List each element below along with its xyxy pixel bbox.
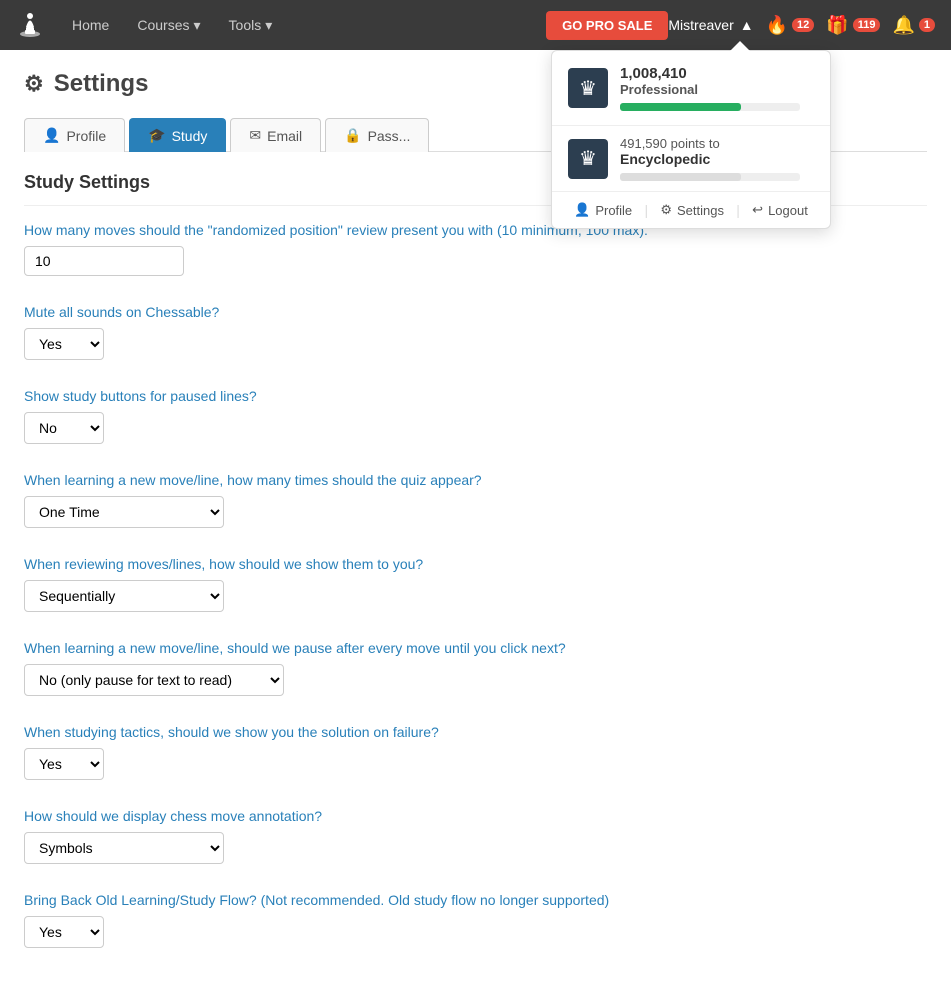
- nav-tools[interactable]: Tools ▾: [217, 11, 285, 40]
- setting-group-quiz: When learning a new move/line, how many …: [24, 472, 927, 528]
- username: Mistreaver: [668, 17, 733, 33]
- review-order-select[interactable]: Sequentially Randomly: [24, 580, 224, 612]
- next-rank-info: ♛ 491,590 points to Encyclopedic: [552, 126, 830, 192]
- dropdown-user-info: ♛ 1,008,410 Professional: [552, 51, 830, 126]
- tab-study[interactable]: 🎓 Study: [129, 118, 226, 152]
- next-rank-avatar: ♛: [568, 139, 608, 179]
- setting-label-pause-move: When learning a new move/line, should we…: [24, 640, 927, 656]
- progress-bar-fill: [620, 103, 741, 111]
- chevron-down-icon: ▾: [265, 17, 272, 34]
- setting-label-old-flow: Bring Back Old Learning/Study Flow? (Not…: [24, 892, 927, 908]
- tab-email[interactable]: ✉ Email: [230, 118, 321, 152]
- dropdown-rank-info: 1,008,410 Professional: [620, 65, 800, 111]
- setting-group-paused: Show study buttons for paused lines? Yes…: [24, 388, 927, 444]
- navbar: Home Courses ▾ Tools ▾ GO PRO SALE Mistr…: [0, 0, 951, 50]
- next-rank-name: Encyclopedic: [620, 151, 800, 167]
- site-logo[interactable]: [16, 10, 44, 41]
- tab-password[interactable]: 🔒 Pass...: [325, 118, 429, 152]
- annotation-select[interactable]: Symbols Text: [24, 832, 224, 864]
- setting-label-quiz: When learning a new move/line, how many …: [24, 472, 927, 488]
- go-pro-button[interactable]: GO PRO SALE: [546, 11, 668, 40]
- setting-group-reviewing: When reviewing moves/lines, how should w…: [24, 556, 927, 612]
- dropdown-profile-link[interactable]: 👤 Profile: [574, 202, 632, 218]
- gift-notif[interactable]: 🎁 119: [826, 15, 880, 36]
- user-menu-trigger[interactable]: Mistreaver ▲: [668, 17, 753, 33]
- chevron-down-icon: ▾: [194, 17, 201, 34]
- setting-label-reviewing: When reviewing moves/lines, how should w…: [24, 556, 927, 572]
- next-points-label: 491,590 points to: [620, 136, 800, 151]
- fire-icon: 🔥: [766, 15, 788, 36]
- navbar-right: Mistreaver ▲ 🔥 12 🎁 119 🔔 1: [668, 15, 935, 36]
- randomized-position-input[interactable]: [24, 246, 184, 276]
- user-icon: 👤: [43, 127, 60, 144]
- setting-label-annotation: How should we display chess move annotat…: [24, 808, 927, 824]
- dropdown-arrow: [730, 41, 750, 51]
- progress-bar-container: [620, 103, 800, 111]
- tab-profile[interactable]: 👤 Profile: [24, 118, 125, 152]
- gear-icon: ⚙: [660, 202, 672, 218]
- mute-sounds-select[interactable]: Yes No: [24, 328, 104, 360]
- setting-group-old-flow: Bring Back Old Learning/Study Flow? (Not…: [24, 892, 927, 948]
- pause-move-select[interactable]: No (only pause for text to read) Yes: [24, 664, 284, 696]
- setting-label-tactics: When studying tactics, should we show yo…: [24, 724, 927, 740]
- navbar-links: Home Courses ▾ Tools ▾: [60, 11, 546, 40]
- bell-icon: 🔔: [892, 15, 914, 36]
- next-progress-bar-fill: [620, 173, 741, 181]
- setting-label-paused: Show study buttons for paused lines?: [24, 388, 927, 404]
- setting-group-annotation: How should we display chess move annotat…: [24, 808, 927, 864]
- study-settings-section: Study Settings How many moves should the…: [24, 172, 927, 948]
- next-progress-bar-container: [620, 173, 800, 181]
- graduation-cap-icon: 🎓: [148, 127, 165, 144]
- gift-icon: 🎁: [826, 15, 848, 36]
- points-value: 1,008,410: [620, 65, 800, 82]
- bell-count: 1: [919, 18, 935, 32]
- setting-label-mute: Mute all sounds on Chessable?: [24, 304, 927, 320]
- settings-gear-icon: ⚙: [24, 71, 44, 97]
- setting-group-mute: Mute all sounds on Chessable? Yes No: [24, 304, 927, 360]
- setting-group-pause-move: When learning a new move/line, should we…: [24, 640, 927, 696]
- lock-icon: 🔒: [344, 127, 361, 144]
- chevron-up-icon: ▲: [740, 17, 754, 33]
- gift-count: 119: [853, 18, 881, 32]
- dropdown-logout-link[interactable]: ↩ Logout: [752, 202, 808, 218]
- nav-home[interactable]: Home: [60, 11, 121, 40]
- paused-lines-select[interactable]: Yes No: [24, 412, 104, 444]
- dropdown-menu-items: 👤 Profile | ⚙ Settings | ↩ Logout: [552, 192, 830, 228]
- rank-label: Professional: [620, 82, 800, 97]
- user-icon: 👤: [574, 202, 590, 218]
- next-rank-details: 491,590 points to Encyclopedic: [620, 136, 800, 181]
- setting-group-randomized: How many moves should the "randomized po…: [24, 222, 927, 276]
- fire-count: 12: [792, 18, 814, 32]
- bell-notif[interactable]: 🔔 1: [892, 15, 935, 36]
- old-flow-select[interactable]: Yes No: [24, 916, 104, 948]
- quiz-appear-select[interactable]: One Time Two Times Three Times: [24, 496, 224, 528]
- nav-courses[interactable]: Courses ▾: [125, 11, 212, 40]
- dropdown-settings-link[interactable]: ⚙ Settings: [660, 202, 724, 218]
- logout-icon: ↩: [752, 202, 763, 218]
- user-dropdown: ♛ 1,008,410 Professional ♛ 491,590 point…: [551, 50, 831, 229]
- envelope-icon: ✉: [249, 127, 261, 144]
- setting-group-tactics: When studying tactics, should we show yo…: [24, 724, 927, 780]
- fire-notif[interactable]: 🔥 12: [766, 15, 815, 36]
- tactics-solution-select[interactable]: Yes No: [24, 748, 104, 780]
- avatar: ♛: [568, 68, 608, 108]
